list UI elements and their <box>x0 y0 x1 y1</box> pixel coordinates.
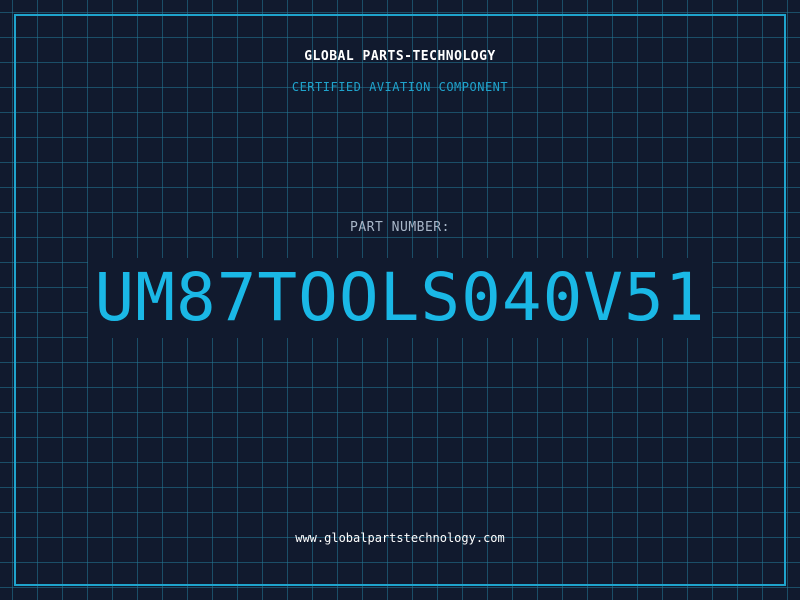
part-number-value: UM87TOOLS040V51 <box>88 258 712 338</box>
company-name: GLOBAL PARTS-TECHNOLOGY <box>304 49 496 64</box>
certification-subtitle: CERTIFIED AVIATION COMPONENT <box>291 80 509 94</box>
certificate-page: GLOBAL PARTS-TECHNOLOGY CERTIFIED AVIATI… <box>0 0 800 600</box>
part-number-label: PART NUMBER: <box>350 220 450 235</box>
website-url: www.globalpartstechnology.com <box>295 531 505 545</box>
part-number-container: UM87TOOLS040V51 <box>0 258 800 338</box>
